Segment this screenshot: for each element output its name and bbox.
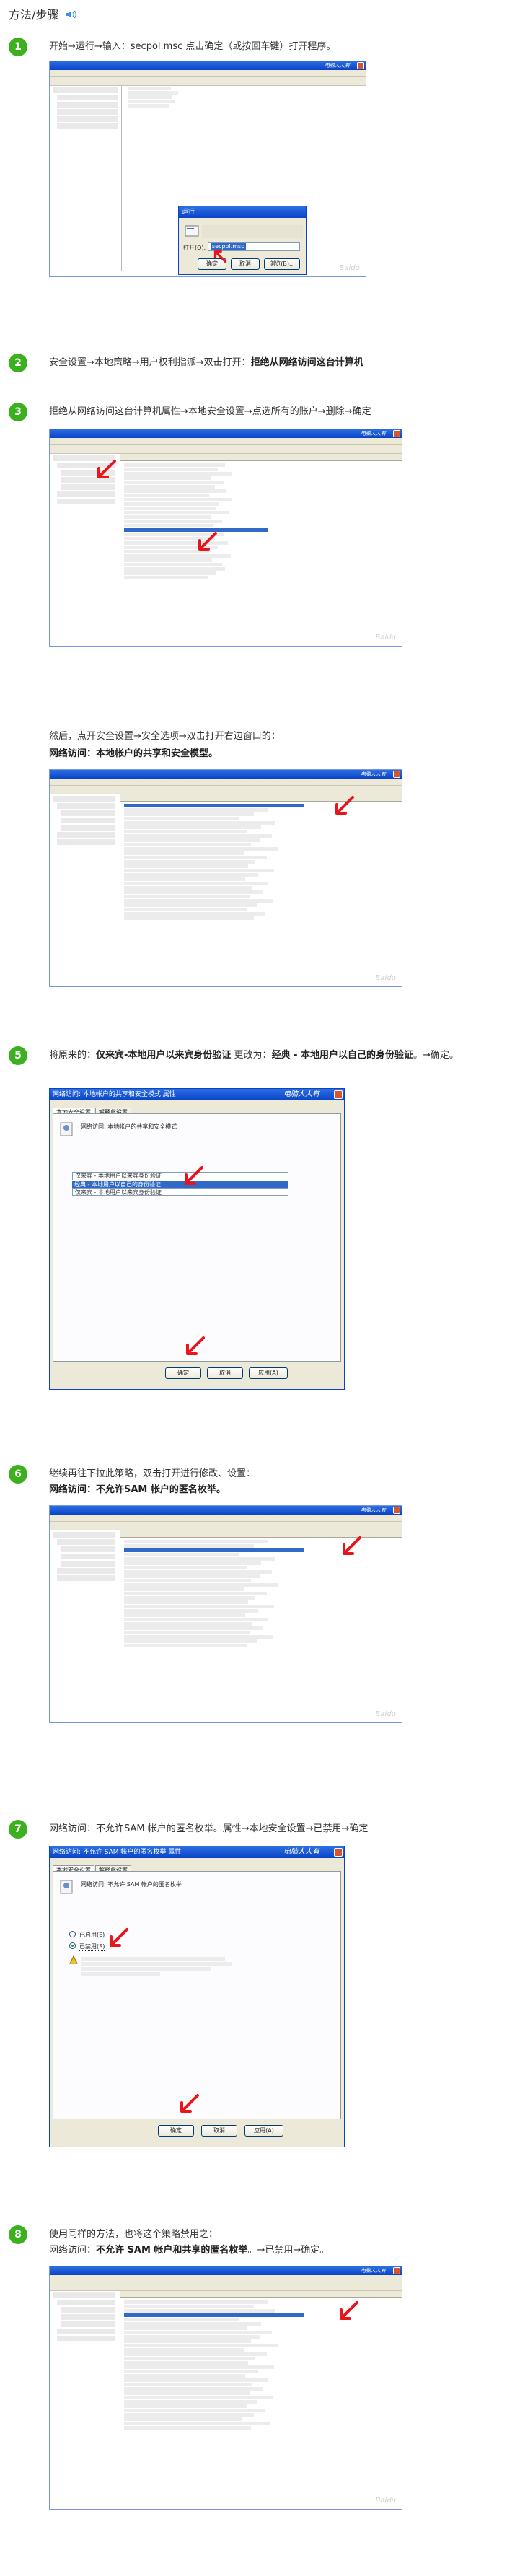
screenshot-security-options: 电脑人人有 Baidu xyxy=(49,769,402,987)
dialog-title: 网络访问: 本地帐户的共享和安全模式 属性 电脑人人有 xyxy=(50,1089,344,1100)
step-number-badge: 3 xyxy=(9,403,27,421)
step-extra-text: 网络访问：不允许 SAM 帐户和共享的匿名枚举。→已禁用→确定。 xyxy=(49,2245,330,2256)
screenshot-sam-share-policy: 电脑人人有 Baidu xyxy=(49,2266,402,2510)
step-number-badge: 2 xyxy=(9,354,27,372)
policy-list xyxy=(120,2300,402,2503)
window-titlebar: 电脑人人有 xyxy=(50,429,402,438)
tree-pane xyxy=(50,794,118,981)
step-2: 2 安全设置→本地策略→用户权利指派→双击打开：拒绝从网络访问这台计算机 xyxy=(9,354,498,380)
policy-icon xyxy=(60,1880,73,1894)
policy-name: 网络访问: 不允许 SAM 帐户的匿名枚举 xyxy=(81,1881,182,1888)
red-arrow-icon xyxy=(335,796,354,815)
apply-button[interactable]: 应用(A) xyxy=(244,2125,283,2137)
dialog-title: 网络访问: 不允许 SAM 帐户的匿名枚举 属性 电脑人人有 xyxy=(50,1846,344,1858)
close-icon xyxy=(357,62,364,69)
step-extra-bold: 网络访问：不允许SAM 帐户的匿名枚举。 xyxy=(49,1484,226,1495)
step-number-badge: 5 xyxy=(9,1046,27,1065)
screenshot-sam-policy: 电脑人人有 Baidu xyxy=(49,1505,402,1723)
close-icon xyxy=(393,2267,400,2274)
step-text: 继续再往下拉此策略，双击打开进行修改、设置： xyxy=(49,1468,256,1479)
step-extra-text: 然后，点开安全设置→安全选项→双击打开右边窗口的： xyxy=(49,731,281,742)
cancel-button[interactable]: 取消 xyxy=(231,258,260,270)
properties-dialog-sam: 网络访问: 不允许 SAM 帐户的匿名枚举 属性 电脑人人有 本地安全设置 解释此设… xyxy=(49,1846,345,2147)
red-arrow-icon xyxy=(340,2301,358,2320)
warning-text xyxy=(81,1955,239,1977)
step-text: 使用同样的方法，也将这个策略禁用之： xyxy=(49,2229,219,2240)
red-arrow-icon xyxy=(110,1928,128,1947)
radio-disabled[interactable] xyxy=(69,1942,76,1949)
close-icon[interactable] xyxy=(334,1848,343,1857)
policy-name: 网络访问: 本地帐户的共享和安全模式 xyxy=(81,1123,177,1130)
menu-bar xyxy=(50,70,366,77)
ok-button[interactable]: 确定 xyxy=(165,1367,201,1379)
red-arrow-icon xyxy=(185,1166,203,1185)
screenshot-secpol-run: 电脑人人有 运行 打开(O): secpol.msc 确定 取消 浏览(B)..… xyxy=(49,61,366,277)
close-icon xyxy=(393,771,400,778)
tab-panel: 网络访问: 本地帐户的共享和安全模式 仅来宾 - 本地用户以来宾身份验证 经典 … xyxy=(53,1113,341,1362)
window-titlebar: 电脑人人有 xyxy=(50,2266,402,2275)
policy-list xyxy=(120,803,402,981)
step-text: 网络访问：不允许SAM 帐户的匿名枚举。属性→本地安全设置→已禁用→确定 xyxy=(49,1823,369,1834)
step-3: 3 拒绝从网络访问这台计算机属性→本地安全设置→点选所有的账户→删除→确定 电脑… xyxy=(9,403,498,1023)
step-number-badge: 1 xyxy=(9,38,27,56)
step-number-badge: 6 xyxy=(9,1465,27,1484)
policy-icon xyxy=(60,1122,73,1136)
screenshot-user-rights: 电脑人人有 Baidu xyxy=(49,429,402,647)
window-titlebar: 电脑人人有 xyxy=(50,1506,402,1515)
step-extra-bold: 网络访问：本地帐户的共享和安全模型。 xyxy=(49,748,219,759)
red-arrow-icon xyxy=(198,532,217,551)
policy-list xyxy=(120,463,402,640)
section-title: 方法/步骤 xyxy=(9,8,59,22)
window-titlebar: 电脑人人有 xyxy=(50,770,402,779)
close-icon xyxy=(393,1507,400,1514)
step-8: 8 使用同样的方法，也将这个策略禁用之： 网络访问：不允许 SAM 帐户和共享的… xyxy=(9,2225,498,2572)
red-arrow-icon xyxy=(97,460,116,478)
ok-button[interactable]: 确定 xyxy=(158,2125,194,2137)
section-header: 方法/步骤 xyxy=(9,6,498,27)
red-arrow-icon xyxy=(213,250,226,263)
run-field-label: 打开(O): xyxy=(183,245,206,251)
step-number-badge: 7 xyxy=(9,1820,27,1839)
radio-enabled-label: 已启用(E) xyxy=(79,1932,105,1938)
red-arrow-icon xyxy=(180,2094,199,2113)
step-7: 7 网络访问：不允许SAM 帐户的匿名枚举。属性→本地安全设置→已禁用→确定 网… xyxy=(9,1820,498,2181)
tree-pane xyxy=(50,2291,118,2503)
step-6: 6 继续再往下拉此策略，双击打开进行修改、设置： 网络访问：不允许SAM 帐户的… xyxy=(9,1465,498,1768)
tab-panel: 网络访问: 不允许 SAM 帐户的匿名枚举 已启用(E) 已禁用(S) xyxy=(53,1871,341,2119)
window-titlebar: 电脑人人有 xyxy=(50,61,366,70)
run-dialog: 运行 打开(O): secpol.msc 确定 取消 浏览(B)... xyxy=(178,206,307,275)
step-text: 将原来的：仅来宾-本地用户以来宾身份验证 更改为：经典 - 本地用户以自己的身份… xyxy=(49,1050,459,1061)
speaker-icon[interactable] xyxy=(66,9,79,19)
dialog-tabs: 本地安全设置 解释此设置 xyxy=(53,1103,341,1117)
step-text: 拒绝从网络访问这台计算机属性→本地安全设置→点选所有的账户→删除→确定 xyxy=(49,406,371,417)
red-arrow-icon xyxy=(186,1336,205,1355)
run-description xyxy=(202,225,303,238)
step-text: 安全设置→本地策略→用户权利指派→双击打开：拒绝从网络访问这台计算机 xyxy=(49,357,363,368)
tree-pane xyxy=(50,86,122,271)
dialog-tabs: 本地安全设置 解释此设置 xyxy=(53,1861,341,1875)
browse-button[interactable]: 浏览(B)... xyxy=(264,258,300,270)
run-icon xyxy=(185,225,199,237)
step-number-badge: 8 xyxy=(9,2225,27,2244)
close-icon xyxy=(393,430,400,437)
option-guest[interactable]: 仅来宾 - 本地用户以来宾身份验证 xyxy=(72,1188,288,1196)
cancel-button[interactable]: 取消 xyxy=(207,1367,243,1379)
cancel-button[interactable]: 取消 xyxy=(201,2125,237,2137)
warning-icon xyxy=(69,1955,78,1964)
properties-dialog-share-model: 网络访问: 本地帐户的共享和安全模式 属性 电脑人人有 本地安全设置 解释此设置 网… xyxy=(49,1088,345,1390)
step-1: 1 开始→运行→输入：secpol.msc 点击确定（或按回车键）打开程序。 电… xyxy=(9,38,498,297)
radio-enabled[interactable] xyxy=(69,1931,76,1937)
policy-list xyxy=(120,1539,402,1717)
red-arrow-icon xyxy=(343,1536,361,1555)
tree-pane xyxy=(50,1530,118,1717)
toolbar xyxy=(50,77,366,86)
step-5: 5 将原来的：仅来宾-本地用户以来宾身份验证 更改为：经典 - 本地用户以自己的… xyxy=(9,1046,498,1421)
radio-disabled-label: 已禁用(S) xyxy=(79,1943,105,1951)
apply-button[interactable]: 应用(A) xyxy=(249,1367,288,1379)
run-dialog-title: 运行 xyxy=(179,206,306,218)
step-text: 开始→运行→输入：secpol.msc 点击确定（或按回车键）打开程序。 xyxy=(49,41,336,52)
close-icon[interactable] xyxy=(334,1090,343,1099)
watermark: Baidu xyxy=(339,264,360,272)
